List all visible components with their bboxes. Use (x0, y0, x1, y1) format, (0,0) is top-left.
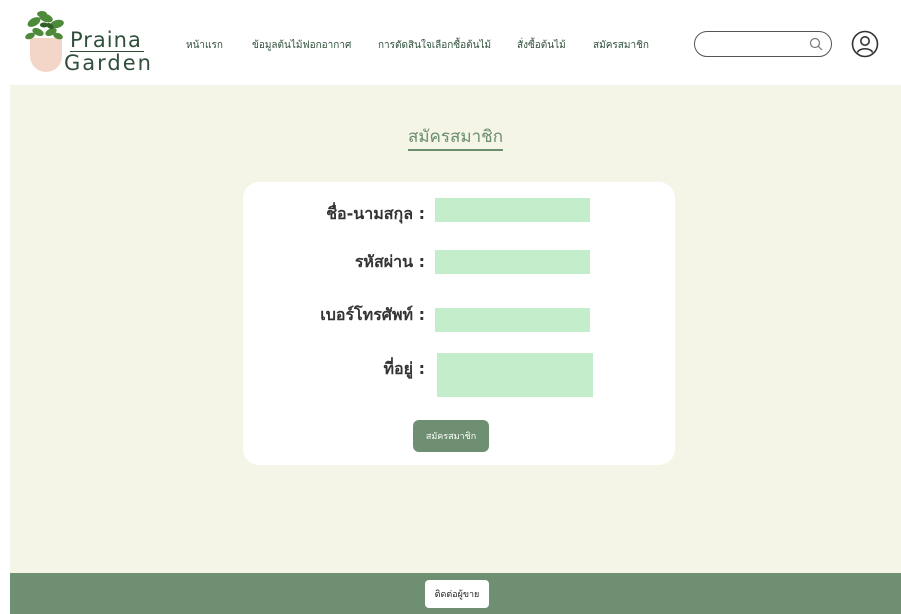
brand-line1: Praina (70, 28, 142, 52)
nav-order[interactable]: สั่งซื้อต้นไม้ (517, 38, 566, 53)
nav-home[interactable]: หน้าแรก (186, 38, 223, 53)
fullname-label: ชื่อ-นามสกุล : (326, 204, 425, 223)
address-field[interactable] (437, 353, 593, 397)
user-icon[interactable] (851, 30, 879, 58)
phone-field[interactable] (435, 308, 590, 332)
nav-buying-decision[interactable]: การตัดสินใจเลือกซื้อต้นไม้ (378, 38, 491, 53)
logo[interactable]: Praina Garden (22, 8, 153, 75)
brand-line2: Garden (64, 51, 153, 75)
nav-plant-info[interactable]: ข้อมูลต้นไม้ฟอกอากาศ (252, 38, 351, 53)
main-content: สมัครสมาชิก ชื่อ-นามสกุล : รหัสผ่าน : เบ… (10, 85, 901, 573)
footer: ติดต่อผู้ขาย (10, 573, 901, 614)
header: Praina Garden หน้าแรก ข้อมูลต้นไม้ฟอกอาก… (0, 0, 901, 85)
nav-register[interactable]: สมัครสมาชิก (593, 38, 649, 53)
search-box[interactable] (694, 31, 832, 57)
contact-seller-button[interactable]: ติดต่อผู้ขาย (425, 580, 489, 608)
fullname-field[interactable] (435, 198, 590, 222)
register-form: ชื่อ-นามสกุล : รหัสผ่าน : เบอร์โทรศัพท์ … (243, 182, 675, 465)
password-label: รหัสผ่าน : (354, 252, 425, 271)
password-field[interactable] (435, 250, 590, 274)
phone-label: เบอร์โทรศัพท์ : (320, 305, 425, 324)
search-icon[interactable] (809, 37, 823, 51)
page: Praina Garden หน้าแรก ข้อมูลต้นไม้ฟอกอาก… (0, 0, 901, 614)
page-title: สมัครสมาชิก (10, 123, 901, 151)
register-button[interactable]: สมัครสมาชิก (413, 420, 489, 452)
address-label: ที่อยู่ : (383, 359, 426, 378)
search-input[interactable] (705, 35, 805, 53)
plant-icon (25, 11, 64, 40)
